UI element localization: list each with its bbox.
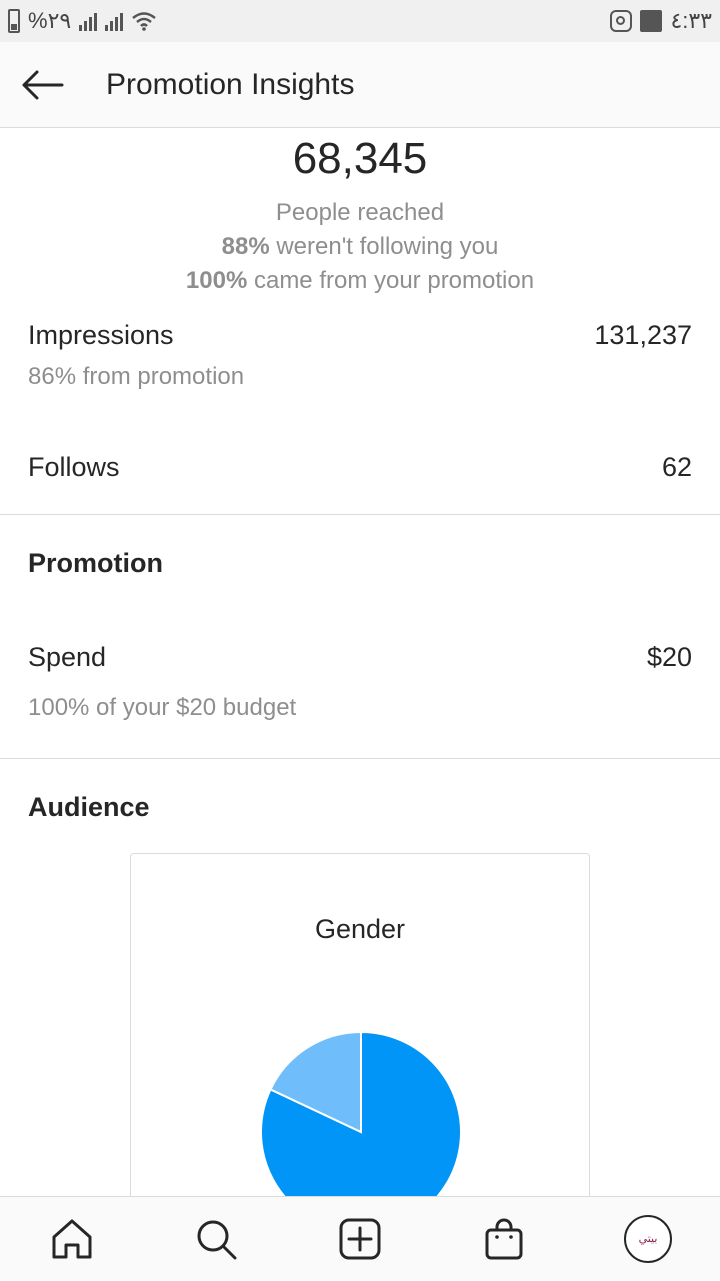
plus-square-icon xyxy=(339,1218,381,1259)
insights-content[interactable]: 68,345 People reached 88% weren't follow… xyxy=(0,128,720,1196)
arrow-left-icon xyxy=(22,70,64,99)
back-button[interactable] xyxy=(0,42,84,128)
home-icon xyxy=(52,1219,92,1258)
impressions-value: 131,237 xyxy=(594,320,692,350)
page-title: Promotion Insights xyxy=(106,67,355,101)
signal-icon xyxy=(79,11,98,31)
divider xyxy=(0,758,720,759)
budget-text: 100% of your $20 budget xyxy=(28,694,297,721)
from-promotion-line: 100% came from your promotion xyxy=(0,264,720,298)
spend-row: Spend $20 xyxy=(0,642,720,673)
not-following-pct: 88% xyxy=(221,233,270,260)
signal-icon-2 xyxy=(105,11,124,31)
not-following-text: weren't following you xyxy=(269,233,499,260)
avatar-label: بيتي xyxy=(638,1233,658,1245)
nav-shop[interactable] xyxy=(464,1197,544,1281)
reach-summary: 68,345 People reached 88% weren't follow… xyxy=(0,128,720,298)
impressions-row: Impressions 131,237 xyxy=(0,320,720,351)
impressions-label: Impressions xyxy=(28,320,174,350)
promotion-title: Promotion xyxy=(28,548,163,578)
wifi-icon xyxy=(132,12,156,31)
status-right: ٤:٣٣ xyxy=(610,8,712,34)
status-bar: %٢٩ ٤:٣٣ xyxy=(0,0,720,42)
status-left: %٢٩ xyxy=(8,8,157,34)
follows-label: Follows xyxy=(28,452,120,482)
status-time: ٤:٣٣ xyxy=(670,8,712,33)
follows-row: Follows 62 xyxy=(0,452,720,483)
follows-value: 62 xyxy=(661,452,692,482)
bottom-nav: بيتي xyxy=(0,1196,720,1280)
gallery-icon xyxy=(640,10,663,32)
reach-number: 68,345 xyxy=(292,134,428,183)
nav-search[interactable] xyxy=(176,1197,256,1281)
gender-pie-chart xyxy=(260,1030,462,1196)
battery-icon xyxy=(8,9,20,33)
avatar: بيتي xyxy=(624,1214,672,1263)
divider xyxy=(0,514,720,515)
audience-title: Audience xyxy=(28,792,150,822)
gender-card: Gender xyxy=(130,853,590,1196)
nav-new-post[interactable] xyxy=(320,1197,400,1281)
header: Promotion Insights xyxy=(0,42,720,128)
not-following-line: 88% weren't following you xyxy=(0,230,720,264)
instagram-icon xyxy=(610,10,633,32)
spend-value: $20 xyxy=(646,642,692,672)
from-promotion-pct: 100% xyxy=(185,267,248,294)
spend-label: Spend xyxy=(28,642,107,672)
battery-level: %٢٩ xyxy=(28,8,72,33)
shopping-bag-icon xyxy=(485,1218,523,1259)
nav-profile[interactable]: بيتي xyxy=(608,1197,688,1281)
from-promotion-text: came from your promotion xyxy=(247,267,535,294)
reach-label: People reached xyxy=(275,199,445,226)
impressions-sub: 86% from promotion xyxy=(28,363,245,390)
search-icon xyxy=(197,1220,237,1259)
nav-home[interactable] xyxy=(32,1197,112,1281)
